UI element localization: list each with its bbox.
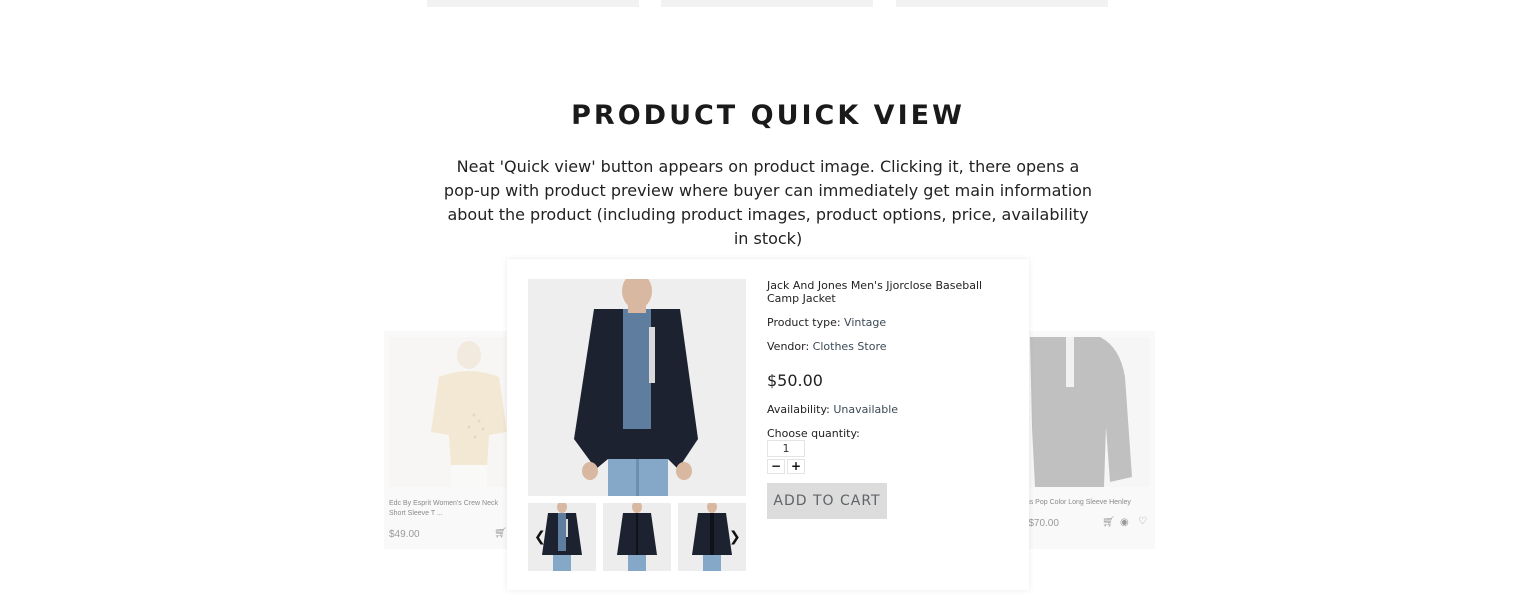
quantity-label: Choose quantity: [767,427,860,440]
product-availability: Availability: Unavailable [767,403,898,416]
availability-value: Unavailable [833,403,899,416]
product-type-label: Product type: [767,316,841,329]
section-title: PRODUCT QUICK VIEW [571,100,965,131]
cart-icon[interactable]: 🛒︎ [1102,517,1115,528]
plus-icon[interactable]: + [787,459,805,474]
vendor-label: Vendor: [767,340,810,353]
product-card-price-left: $49.00 [389,529,420,540]
product-vendor: Vendor: Clothes Store [767,340,887,353]
quantity-input[interactable]: 1 [767,440,805,457]
availability-label: Availability: [767,403,830,416]
product-price: $50.00 [767,371,823,390]
eye-icon[interactable]: ◉ [1120,517,1129,528]
product-card-name-left[interactable]: Edc By Esprit Women's Crew Neck Short Sl… [389,499,511,519]
add-to-cart-button[interactable]: ADD TO CART [767,483,887,519]
heart-icon[interactable]: ♡ [1138,516,1147,527]
cart-icon[interactable]: 🛒︎ [494,528,507,539]
thumbnail-jacket-image [603,503,671,571]
product-main-image[interactable] [528,279,746,496]
chevron-right-icon[interactable]: ❯ [729,528,741,546]
section-description: Neat 'Quick view' button appears on prod… [443,157,1093,248]
chevron-left-icon[interactable]: ❮ [534,528,546,546]
product-type-value: Vintage [844,316,887,329]
jacket-man-image [528,279,746,496]
top-card-2 [661,0,873,7]
top-card-3 [896,0,1108,7]
product-type: Product type: Vintage [767,316,886,329]
product-thumbnail[interactable] [603,503,671,571]
top-card-1 [427,0,639,7]
product-title[interactable]: Jack And Jones Men's Jjorclose Baseball … [767,279,1012,305]
vendor-value: Clothes Store [812,340,887,353]
product-card-name-right[interactable]: ...ns Pop Color Long Sleeve Henley [1020,499,1150,506]
minus-icon[interactable]: − [767,459,785,474]
